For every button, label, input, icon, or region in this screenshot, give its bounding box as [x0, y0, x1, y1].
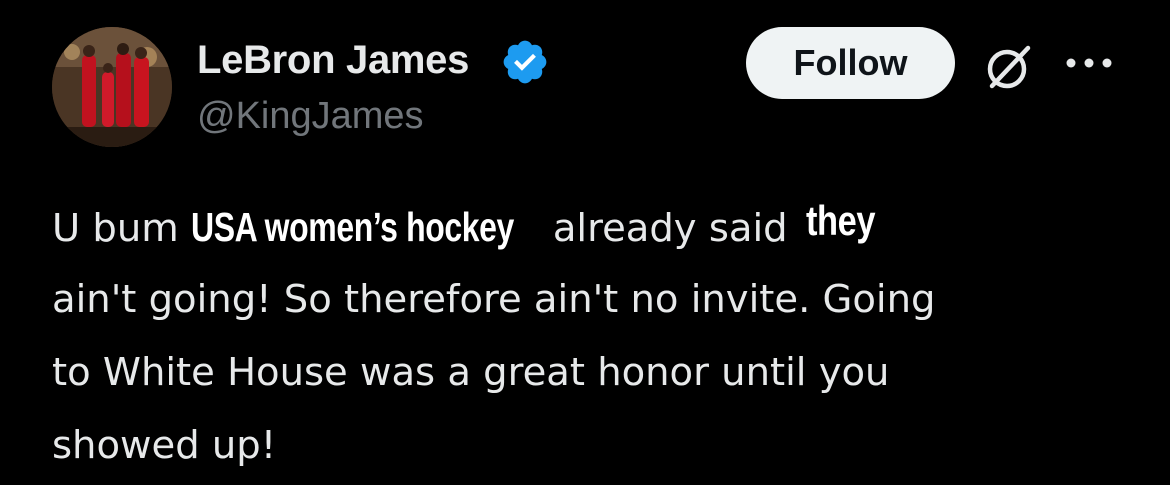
- tweet-text-start: U bum: [52, 206, 179, 251]
- verified-badge-icon: [503, 40, 547, 84]
- follow-button[interactable]: Follow: [746, 27, 955, 99]
- sticker-they: they: [805, 197, 876, 244]
- tweet-text-mid: already said: [552, 206, 788, 251]
- tweet-line-2: ain't going! So therefore ain't no invit…: [52, 277, 936, 322]
- avatar[interactable]: [52, 27, 172, 147]
- grok-icon[interactable]: [982, 40, 1036, 94]
- tweet-line-1: U bum USA women’s hockey already said they: [52, 190, 1142, 263]
- tweet-text: U bum USA women’s hockey already said they …: [52, 190, 1142, 482]
- avatar-photo-icon: [52, 27, 172, 147]
- handle[interactable]: @KingJames: [197, 93, 424, 139]
- sticker-usa-womens-hockey: USA women’s hockey: [190, 204, 514, 250]
- tweet-line-4: showed up!: [52, 423, 277, 468]
- tweet-line-3: to White House was a great honor until y…: [52, 350, 890, 395]
- display-name[interactable]: LeBron James: [197, 36, 469, 84]
- more-icon[interactable]: [1064, 56, 1114, 70]
